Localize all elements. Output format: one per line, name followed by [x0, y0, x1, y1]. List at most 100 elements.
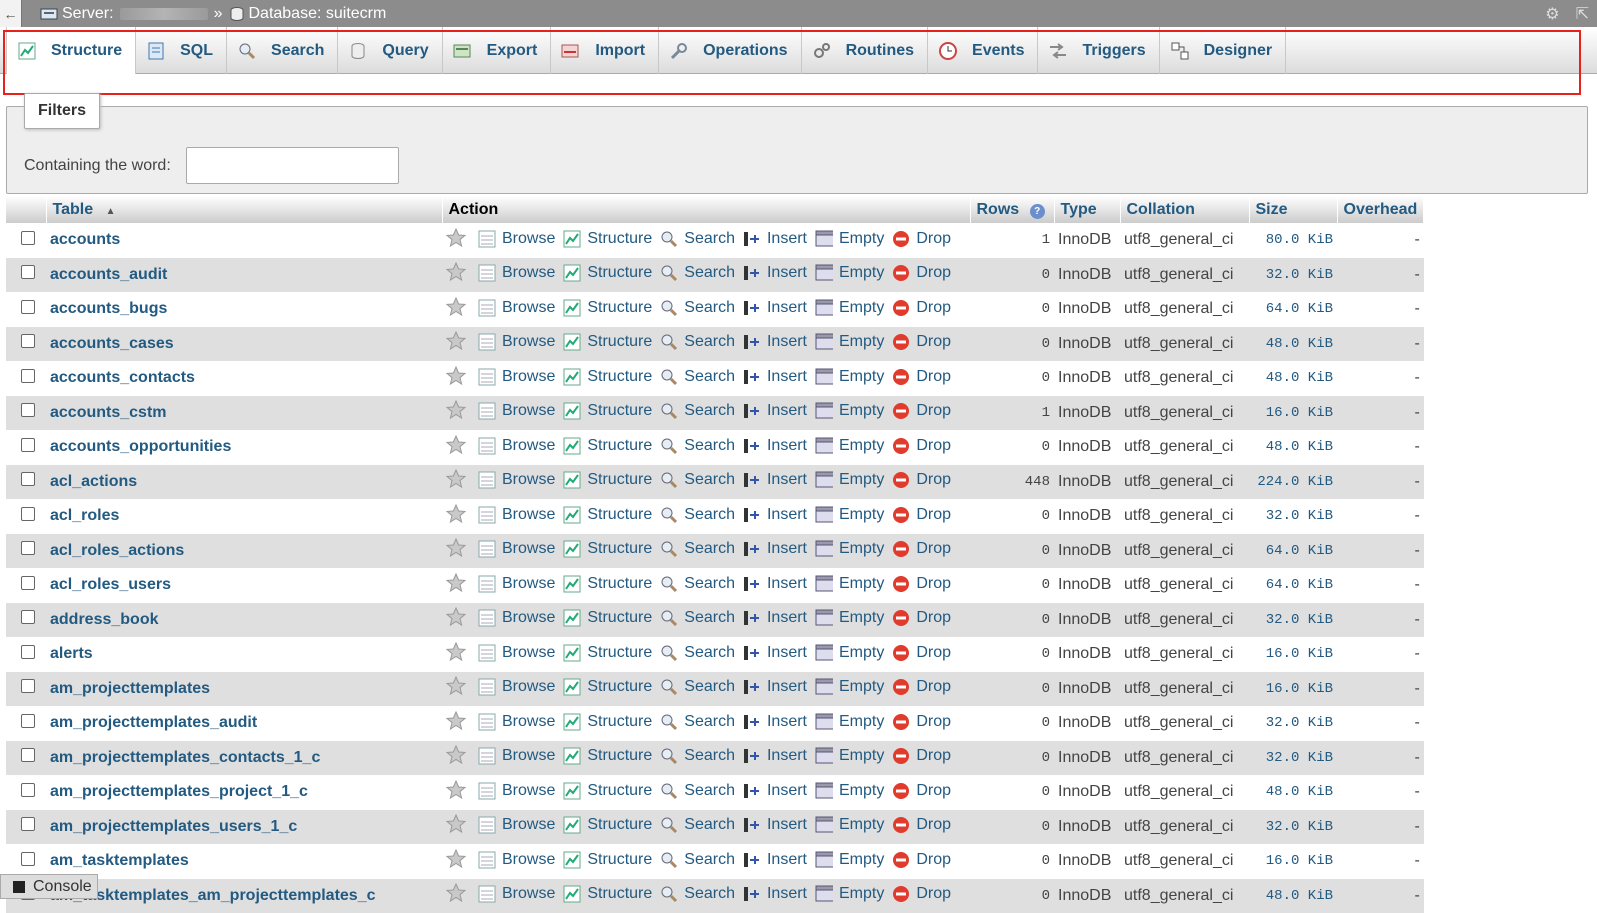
- action-insert-link[interactable]: Insert: [743, 678, 807, 696]
- row-size-link[interactable]: 64.0 KiB: [1249, 292, 1337, 327]
- action-empty-link[interactable]: Empty: [815, 471, 884, 489]
- favorite-star-icon[interactable]: [446, 262, 466, 282]
- row-size-link[interactable]: 48.0 KiB: [1249, 327, 1337, 362]
- action-drop-link[interactable]: Drop: [892, 333, 951, 351]
- column-header-type[interactable]: Type: [1054, 196, 1120, 223]
- table-name-link[interactable]: am_tasktemplates_am_projecttemplates_c: [50, 887, 376, 904]
- table-name-link[interactable]: am_projecttemplates_contacts_1_c: [50, 749, 320, 766]
- action-structure-link[interactable]: Structure: [563, 368, 652, 386]
- row-size-link[interactable]: 224.0 KiB: [1249, 465, 1337, 500]
- row-size-link[interactable]: 32.0 KiB: [1249, 810, 1337, 845]
- action-empty-link[interactable]: Empty: [815, 402, 884, 420]
- action-browse-link[interactable]: Browse: [478, 333, 555, 351]
- action-browse-link[interactable]: Browse: [478, 230, 555, 248]
- row-size-link[interactable]: 32.0 KiB: [1249, 499, 1337, 534]
- action-browse-link[interactable]: Browse: [478, 747, 555, 765]
- action-structure-link[interactable]: Structure: [563, 264, 652, 282]
- action-browse-link[interactable]: Browse: [478, 506, 555, 524]
- tab-operations[interactable]: Operations: [659, 27, 801, 74]
- action-browse-link[interactable]: Browse: [478, 471, 555, 489]
- table-name-link[interactable]: accounts: [50, 231, 120, 248]
- action-browse-link[interactable]: Browse: [478, 575, 555, 593]
- action-browse-link[interactable]: Browse: [478, 644, 555, 662]
- action-structure-link[interactable]: Structure: [563, 644, 652, 662]
- action-structure-link[interactable]: Structure: [563, 437, 652, 455]
- action-drop-link[interactable]: Drop: [892, 609, 951, 627]
- table-name-link[interactable]: am_projecttemplates: [50, 680, 210, 697]
- favorite-star-icon[interactable]: [446, 297, 466, 317]
- action-insert-link[interactable]: Insert: [743, 368, 807, 386]
- favorite-star-icon[interactable]: [446, 711, 466, 731]
- action-insert-link[interactable]: Insert: [743, 575, 807, 593]
- row-size-link[interactable]: 32.0 KiB: [1249, 258, 1337, 293]
- row-checkbox[interactable]: [21, 817, 35, 831]
- filter-input[interactable]: [186, 147, 399, 184]
- action-drop-link[interactable]: Drop: [892, 506, 951, 524]
- action-structure-link[interactable]: Structure: [563, 609, 652, 627]
- action-empty-link[interactable]: Empty: [815, 368, 884, 386]
- favorite-star-icon[interactable]: [446, 814, 466, 834]
- action-browse-link[interactable]: Browse: [478, 609, 555, 627]
- favorite-star-icon[interactable]: [446, 883, 466, 903]
- favorite-star-icon[interactable]: [446, 676, 466, 696]
- action-insert-link[interactable]: Insert: [743, 851, 807, 869]
- action-insert-link[interactable]: Insert: [743, 264, 807, 282]
- row-size-link[interactable]: 32.0 KiB: [1249, 741, 1337, 776]
- action-drop-link[interactable]: Drop: [892, 885, 951, 903]
- action-search-link[interactable]: Search: [660, 885, 735, 903]
- row-checkbox[interactable]: [21, 783, 35, 797]
- favorite-star-icon[interactable]: [446, 745, 466, 765]
- table-name-link[interactable]: am_projecttemplates_users_1_c: [50, 818, 297, 835]
- action-search-link[interactable]: Search: [660, 230, 735, 248]
- action-empty-link[interactable]: Empty: [815, 644, 884, 662]
- table-name-link[interactable]: am_projecttemplates_audit: [50, 714, 257, 731]
- row-size-link[interactable]: 32.0 KiB: [1249, 603, 1337, 638]
- action-insert-link[interactable]: Insert: [743, 540, 807, 558]
- action-search-link[interactable]: Search: [660, 540, 735, 558]
- action-empty-link[interactable]: Empty: [815, 540, 884, 558]
- action-insert-link[interactable]: Insert: [743, 437, 807, 455]
- table-name-link[interactable]: accounts_audit: [50, 266, 167, 283]
- action-drop-link[interactable]: Drop: [892, 816, 951, 834]
- row-checkbox[interactable]: [21, 576, 35, 590]
- tab-routines[interactable]: Routines: [802, 27, 928, 74]
- action-search-link[interactable]: Search: [660, 299, 735, 317]
- row-checkbox[interactable]: [21, 610, 35, 624]
- favorite-star-icon[interactable]: [446, 573, 466, 593]
- table-name-link[interactable]: alerts: [50, 645, 93, 662]
- row-size-link[interactable]: 48.0 KiB: [1249, 775, 1337, 810]
- row-checkbox[interactable]: [21, 541, 35, 555]
- tab-triggers[interactable]: Triggers: [1038, 27, 1159, 74]
- collapse-icon[interactable]: ⇱: [1576, 4, 1589, 24]
- tab-search[interactable]: Search: [227, 27, 338, 74]
- row-checkbox[interactable]: [21, 369, 35, 383]
- action-empty-link[interactable]: Empty: [815, 678, 884, 696]
- row-checkbox[interactable]: [21, 852, 35, 866]
- action-search-link[interactable]: Search: [660, 816, 735, 834]
- tab-structure[interactable]: Structure: [6, 27, 136, 74]
- action-drop-link[interactable]: Drop: [892, 575, 951, 593]
- action-drop-link[interactable]: Drop: [892, 230, 951, 248]
- favorite-star-icon[interactable]: [446, 435, 466, 455]
- action-empty-link[interactable]: Empty: [815, 437, 884, 455]
- row-size-link[interactable]: 16.0 KiB: [1249, 396, 1337, 431]
- action-search-link[interactable]: Search: [660, 747, 735, 765]
- row-checkbox[interactable]: [21, 645, 35, 659]
- row-size-link[interactable]: 48.0 KiB: [1249, 879, 1337, 913]
- tab-query[interactable]: Query: [338, 27, 442, 74]
- action-structure-link[interactable]: Structure: [563, 816, 652, 834]
- action-browse-link[interactable]: Browse: [478, 713, 555, 731]
- action-browse-link[interactable]: Browse: [478, 264, 555, 282]
- action-structure-link[interactable]: Structure: [563, 506, 652, 524]
- row-checkbox[interactable]: [21, 265, 35, 279]
- column-header-overhead[interactable]: Overhead: [1337, 196, 1424, 223]
- action-empty-link[interactable]: Empty: [815, 506, 884, 524]
- action-insert-link[interactable]: Insert: [743, 885, 807, 903]
- row-size-link[interactable]: 16.0 KiB: [1249, 672, 1337, 707]
- breadcrumb-server[interactable]: Server: »: [40, 5, 228, 23]
- action-drop-link[interactable]: Drop: [892, 747, 951, 765]
- tab-designer[interactable]: Designer: [1160, 27, 1286, 74]
- column-header-table[interactable]: Table ▲: [46, 196, 442, 223]
- action-search-link[interactable]: Search: [660, 333, 735, 351]
- action-drop-link[interactable]: Drop: [892, 264, 951, 282]
